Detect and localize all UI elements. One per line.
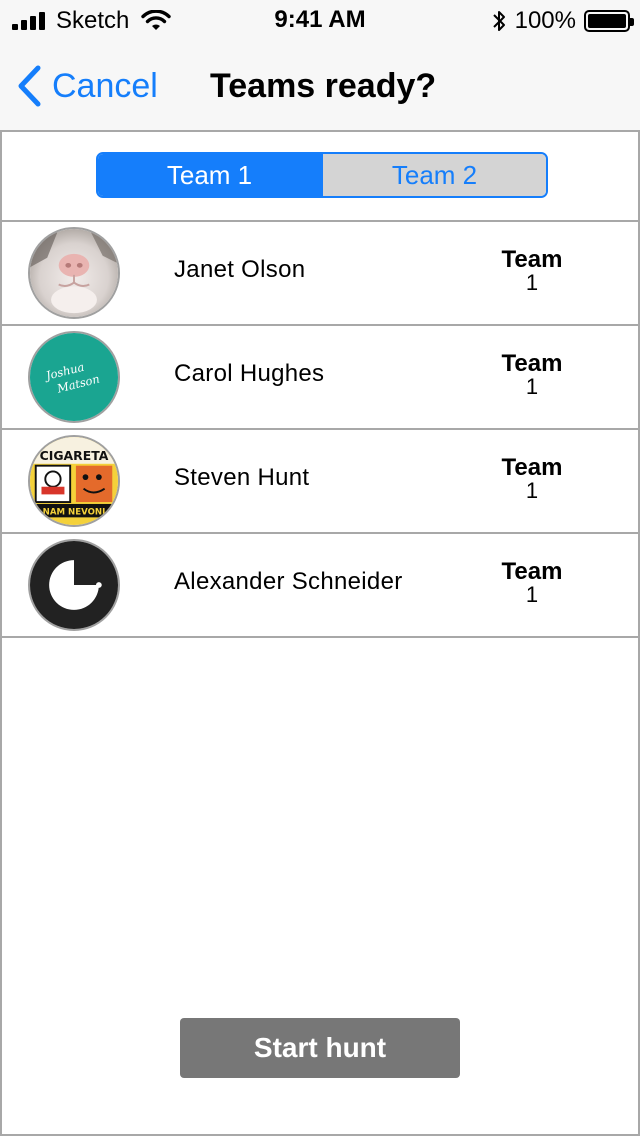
signature-logo-image: Joshua Matson bbox=[30, 333, 118, 421]
player-name: Steven Hunt bbox=[174, 464, 310, 491]
page-title: Teams ready? bbox=[210, 67, 437, 105]
team-segmented-control: Team 1 Team 2 bbox=[96, 152, 548, 198]
cat-nose-image bbox=[30, 229, 118, 317]
team-label: Team bbox=[501, 350, 563, 377]
player-row[interactable]: Joshua Matson Carol Hughes Team 1 bbox=[2, 326, 638, 430]
team-label: Team bbox=[501, 246, 563, 273]
player-name: Carol Hughes bbox=[174, 360, 325, 387]
cancel-label: Cancel bbox=[52, 67, 158, 105]
segment-team-2[interactable]: Team 2 bbox=[321, 154, 546, 196]
player-row[interactable]: Alexander Schneider Team 1 bbox=[2, 534, 638, 638]
pie-logo-image bbox=[30, 541, 118, 629]
avatar-pie-logo bbox=[28, 539, 120, 631]
battery-percentage: 100% bbox=[514, 7, 576, 34]
avatar-cat-photo bbox=[28, 227, 120, 319]
player-list: Janet Olson Team 1 Joshua Matson Carol H… bbox=[2, 220, 638, 638]
main-content: Team 1 Team 2 Janet Olson Team 1 Joshua … bbox=[0, 132, 640, 1136]
player-row[interactable]: CIGARETA NAM NEVONI Steven Hunt Team 1 bbox=[2, 430, 638, 534]
player-row[interactable]: Janet Olson Team 1 bbox=[2, 222, 638, 326]
bluetooth-icon bbox=[492, 11, 505, 31]
segment-team-1[interactable]: Team 1 bbox=[98, 154, 321, 196]
status-right: 100% bbox=[491, 7, 634, 34]
svg-text:CIGARETA: CIGARETA bbox=[40, 448, 109, 463]
poster-art-image: CIGARETA NAM NEVONI bbox=[30, 437, 118, 525]
avatar-signature-logo: Joshua Matson bbox=[28, 331, 120, 423]
team-number: 1 bbox=[525, 374, 539, 399]
start-hunt-button[interactable]: Start hunt bbox=[180, 1018, 460, 1078]
team-number: 1 bbox=[525, 478, 539, 503]
team-label: Team bbox=[501, 558, 563, 585]
team-number: 1 bbox=[525, 582, 539, 607]
avatar-poster-art: CIGARETA NAM NEVONI bbox=[28, 435, 120, 527]
status-bar: Sketch 9:41 AM 100% bbox=[0, 0, 640, 40]
player-name: Alexander Schneider bbox=[174, 568, 403, 595]
team-label: Team bbox=[501, 454, 563, 481]
svg-text:NAM NEVONI: NAM NEVONI bbox=[43, 507, 106, 517]
team-number: 1 bbox=[525, 270, 539, 295]
battery-icon bbox=[584, 10, 634, 32]
player-name: Janet Olson bbox=[174, 256, 306, 283]
chevron-left-icon bbox=[18, 65, 41, 107]
cancel-button[interactable]: Cancel bbox=[16, 64, 158, 108]
navigation-bar: Cancel Teams ready? bbox=[0, 40, 640, 132]
